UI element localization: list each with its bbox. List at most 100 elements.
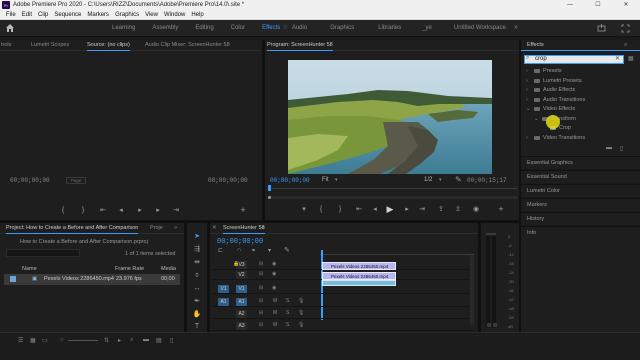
program-resolution-dropdown[interactable]: 1/2 bbox=[424, 177, 432, 183]
fit-chevron-icon[interactable]: ▾ bbox=[335, 177, 338, 183]
workspace-tab-ye[interactable]: _ye bbox=[422, 20, 432, 37]
linked-selection-icon[interactable]: ⚭ bbox=[251, 247, 256, 254]
workspace-overflow-chevron[interactable]: » bbox=[514, 24, 518, 31]
home-icon[interactable] bbox=[5, 23, 15, 33]
selection-tool-icon[interactable]: ➤ bbox=[192, 232, 202, 241]
add-marker-icon[interactable]: ▾ bbox=[299, 206, 309, 214]
sync-lock-icon[interactable]: ⊟ bbox=[259, 261, 263, 267]
solo-button[interactable]: S bbox=[286, 310, 289, 316]
timeline-ruler[interactable] bbox=[320, 250, 474, 255]
source-back-frame-icon[interactable]: ◂ bbox=[116, 207, 126, 215]
timeline-clip-audio[interactable] bbox=[322, 280, 396, 286]
quick-export-icon[interactable] bbox=[597, 24, 606, 33]
program-zoom-scrollbar[interactable] bbox=[268, 196, 518, 199]
source-timecode-duration[interactable]: 00;00;00;00 bbox=[208, 177, 248, 184]
source-patch-a1[interactable]: A1 bbox=[218, 298, 229, 306]
extract-icon[interactable]: ⇫ bbox=[453, 206, 463, 214]
source-step-back-icon[interactable]: ⇤ bbox=[98, 207, 108, 215]
program-timecode-current[interactable]: 00;00;00;00 bbox=[270, 177, 310, 184]
type-tool-icon[interactable]: T bbox=[192, 322, 202, 331]
tab-project-2[interactable]: Proje bbox=[150, 225, 163, 231]
workspace-tab-effects[interactable]: Effects bbox=[262, 20, 280, 37]
microphone-icon[interactable]: 🎙 bbox=[298, 298, 304, 304]
step-forward-icon[interactable]: ▸ bbox=[402, 206, 412, 214]
pen-tool-icon[interactable]: ✒ bbox=[192, 297, 202, 306]
zoom-slider-icon[interactable]: ○ bbox=[60, 337, 64, 343]
go-to-out-icon[interactable]: ⇥ bbox=[417, 206, 427, 214]
clear-search-icon[interactable]: ✕ bbox=[615, 55, 620, 62]
list-view-icon[interactable]: ☰ bbox=[18, 337, 23, 344]
sort-icon[interactable]: ⇅ bbox=[104, 337, 109, 344]
track-label-a2[interactable]: A2 bbox=[236, 310, 247, 318]
menu-clip[interactable]: Clip bbox=[38, 12, 48, 18]
menu-window[interactable]: Window bbox=[164, 12, 185, 18]
zoom-slider[interactable] bbox=[68, 340, 98, 341]
workspace-tab-assembly[interactable]: Assembly bbox=[152, 20, 178, 37]
timeline-timecode[interactable]: 00;00;00;00 bbox=[217, 238, 263, 246]
sync-lock-icon[interactable]: ⊟ bbox=[259, 298, 263, 304]
effects-filter-icon[interactable]: ▦ bbox=[628, 55, 634, 62]
source-mark-out-icon[interactable]: } bbox=[78, 207, 88, 215]
minimize-button[interactable]: — bbox=[556, 0, 584, 10]
workspace-tab-audio[interactable]: Audio bbox=[292, 20, 307, 37]
tab-timeline-sequence[interactable]: ScreenHunter 58 bbox=[223, 225, 265, 234]
insert-sequence-icon[interactable]: ⊏ bbox=[218, 247, 223, 254]
panel-info[interactable]: Info bbox=[521, 226, 640, 332]
mute-button[interactable]: M bbox=[273, 298, 277, 304]
mark-out-icon[interactable]: } bbox=[335, 206, 345, 214]
eye-icon[interactable]: ◉ bbox=[272, 261, 276, 267]
effects-tree-item-audio-effects[interactable]: › Audio Effects bbox=[526, 87, 575, 93]
source-forward-frame-icon[interactable]: ▸ bbox=[153, 207, 163, 215]
hand-tool-icon[interactable]: ✋ bbox=[192, 310, 202, 319]
sync-lock-icon[interactable]: ⊟ bbox=[259, 322, 263, 328]
effects-tree-item-presets[interactable]: › Presets bbox=[526, 68, 562, 74]
effects-tree-item-lumetri-presets[interactable]: › Lumetri Presets bbox=[526, 78, 582, 84]
source-play-icon[interactable]: ▸ bbox=[135, 207, 145, 215]
snap-icon[interactable]: ∩ bbox=[237, 247, 241, 253]
tab-project[interactable]: Project: How to Create a Before and Afte… bbox=[6, 225, 139, 234]
menu-view[interactable]: View bbox=[145, 12, 158, 18]
panel-lumetri-color[interactable]: Lumetri Color bbox=[521, 184, 640, 197]
lock-icon[interactable]: 🔒 bbox=[233, 261, 239, 267]
sync-lock-icon[interactable]: ⊟ bbox=[259, 310, 263, 316]
solo-right-button[interactable] bbox=[493, 323, 497, 327]
track-label-a3[interactable]: A3 bbox=[236, 322, 247, 330]
tab-lumetri-scopes[interactable]: Lumetri Scopes bbox=[31, 42, 69, 48]
effects-panel-menu-icon[interactable]: ≡ bbox=[624, 42, 627, 48]
project-item-name[interactable]: Pexels Videos 2286450.mp4 bbox=[44, 276, 114, 282]
program-timecode-duration[interactable]: 00;00;15;17 bbox=[467, 177, 507, 184]
lift-icon[interactable]: ⇪ bbox=[436, 206, 446, 214]
mute-button[interactable]: M bbox=[273, 310, 277, 316]
solo-button[interactable]: S bbox=[286, 298, 289, 304]
source-patch-v1[interactable]: V1 bbox=[218, 285, 229, 293]
microphone-icon[interactable]: 🎙 bbox=[298, 310, 304, 316]
workspace-tab-graphics[interactable]: Graphics bbox=[330, 20, 354, 37]
source-step-forward-icon[interactable]: ⇥ bbox=[171, 207, 181, 215]
effects-search-input[interactable]: crop bbox=[524, 55, 624, 64]
ripple-edit-tool-icon[interactable]: ⇹ bbox=[192, 258, 202, 267]
timeline-menu-icon[interactable]: ≡ bbox=[262, 225, 265, 231]
program-fit-dropdown[interactable]: Fit bbox=[322, 177, 329, 183]
workspace-tab-learning[interactable]: Learning bbox=[112, 20, 135, 37]
new-bin-icon[interactable]: ▬ bbox=[143, 337, 149, 343]
project-overflow-icon[interactable]: » bbox=[174, 225, 177, 231]
tab-effects[interactable]: Effects bbox=[527, 42, 544, 51]
new-bin-icon[interactable]: ▬ bbox=[606, 145, 612, 151]
effects-tree-item-audio-transitions[interactable]: › Audio Transitions bbox=[526, 97, 585, 103]
maximize-button[interactable]: ☐ bbox=[584, 0, 612, 10]
column-header-frame-rate[interactable]: Frame Rate bbox=[115, 266, 144, 272]
menu-edit[interactable]: Edit bbox=[22, 12, 32, 18]
mute-button[interactable]: M bbox=[273, 322, 277, 328]
tab-program[interactable]: Program: ScreenHunter 58 bbox=[267, 42, 333, 51]
export-frame-icon[interactable]: ◉ bbox=[471, 206, 481, 214]
solo-button[interactable]: S bbox=[286, 322, 289, 328]
delete-icon[interactable]: ▯ bbox=[620, 145, 623, 152]
eye-icon[interactable]: ◉ bbox=[272, 271, 276, 277]
program-video-frame[interactable] bbox=[288, 60, 492, 174]
program-add-button-icon[interactable]: + bbox=[496, 205, 506, 214]
tab-source[interactable]: Source: (no clips) bbox=[87, 42, 130, 51]
panel-history[interactable]: History bbox=[521, 212, 640, 225]
workspace-tab-untitled[interactable]: Untitled Workspace bbox=[454, 20, 506, 37]
label-color-swatch[interactable] bbox=[10, 276, 16, 282]
play-icon[interactable]: ▶ bbox=[385, 205, 395, 214]
